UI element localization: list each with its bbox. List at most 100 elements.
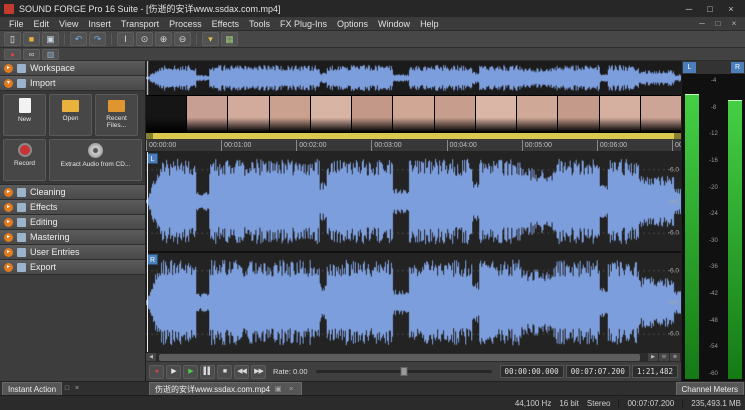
toolbar-device-setup-button[interactable]: ▥ — [42, 49, 59, 60]
transport-play-button[interactable]: ▶ — [183, 365, 198, 379]
menu-help[interactable]: Help — [415, 19, 444, 29]
rate-slider[interactable] — [316, 370, 492, 373]
video-thumbnail[interactable] — [558, 96, 598, 132]
video-thumbnail[interactable] — [600, 96, 640, 132]
transport-go-to-end-button[interactable]: ▶▶ — [251, 365, 266, 379]
video-thumbnail[interactable] — [435, 96, 475, 132]
menu-options[interactable]: Options — [332, 19, 373, 29]
sidebar-section-effects[interactable]: ▸Effects — [0, 200, 145, 215]
toolbar-loop-playback-button[interactable]: ∞ — [23, 49, 40, 60]
import-recent-files-button[interactable]: Recent Files... — [95, 94, 138, 136]
video-thumbnail[interactable] — [352, 96, 392, 132]
meter-scale-label: -24 — [709, 211, 718, 217]
menu-edit[interactable]: Edit — [29, 19, 55, 29]
scrollbar-thumb[interactable] — [159, 354, 640, 361]
transport-stop-button[interactable]: ■ — [217, 365, 232, 379]
meter-scale-label: -42 — [709, 291, 718, 297]
overview-waveform[interactable] — [146, 61, 681, 95]
menu-file[interactable]: File — [4, 19, 29, 29]
video-thumbnail[interactable] — [228, 96, 268, 132]
horizontal-scrollbar[interactable]: ◀ ▶ ⊖ ⊕ — [146, 352, 681, 361]
toolbar-magnify-tool-button[interactable]: ⊙ — [136, 32, 153, 46]
section-icon — [17, 218, 26, 227]
sidebar-section-cleaning[interactable]: ▸Cleaning — [0, 185, 145, 200]
sidebar-section-workspace[interactable]: ▸Workspace — [0, 61, 145, 76]
expand-arrow-icon: ▸ — [4, 248, 13, 257]
sidebar-section-user-entries[interactable]: ▸User Entries — [0, 245, 145, 260]
menu-view[interactable]: View — [54, 19, 83, 29]
section-icon — [17, 248, 26, 257]
toolbar-save-button[interactable]: ▣ — [42, 32, 59, 46]
video-thumbnail[interactable] — [311, 96, 351, 132]
waveform-canvas-r[interactable] — [146, 253, 681, 352]
sidebar-restore-icon[interactable]: □ — [62, 382, 72, 395]
video-thumbnail-strip[interactable] — [146, 95, 681, 133]
doc-close-button[interactable]: × — [727, 19, 741, 28]
video-thumbnail[interactable] — [641, 96, 681, 132]
sidebar-section-editing[interactable]: ▸Editing — [0, 215, 145, 230]
channel-r-button[interactable]: R — [147, 254, 158, 265]
ruler-tick: 00:01:00 — [221, 140, 251, 151]
toolbar-zoom-out-button[interactable]: ⊖ — [174, 32, 191, 46]
document-pin-icon[interactable]: ▣ — [273, 383, 283, 396]
toolbar-separator — [64, 33, 65, 45]
menu-insert[interactable]: Insert — [83, 19, 116, 29]
transport-pause-button[interactable]: ▌▌ — [200, 365, 215, 379]
document-close-icon[interactable]: × — [286, 383, 296, 396]
toolbar-undo-button[interactable]: ↶ — [70, 32, 87, 46]
menu-transport[interactable]: Transport — [116, 19, 164, 29]
close-button[interactable]: × — [721, 2, 741, 16]
import-new-button[interactable]: New — [3, 94, 46, 136]
menu-window[interactable]: Window — [373, 19, 415, 29]
sidebar-section-mastering[interactable]: ▸Mastering — [0, 230, 145, 245]
doc-restore-button[interactable]: □ — [711, 19, 725, 28]
minimize-button[interactable]: ─ — [679, 2, 699, 16]
video-thumbnail[interactable] — [517, 96, 557, 132]
channel-l-button[interactable]: L — [147, 153, 158, 164]
sidebar-close-icon[interactable]: × — [72, 382, 82, 395]
toolbar-record-button[interactable]: ● — [4, 49, 21, 60]
transport-record-button[interactable]: ● — [149, 365, 164, 379]
waveform-channel-r[interactable]: R-6.0-Inf.-6.0 — [146, 253, 681, 352]
menu-tools[interactable]: Tools — [244, 19, 275, 29]
video-thumbnail[interactable] — [146, 96, 186, 132]
menu-process[interactable]: Process — [164, 19, 207, 29]
doc-minimize-button[interactable]: ─ — [695, 19, 709, 28]
document-window-controls: ─□× — [695, 19, 741, 28]
import-open-button[interactable]: Open — [49, 94, 92, 136]
maximize-button[interactable]: □ — [700, 2, 720, 16]
video-thumbnail[interactable] — [393, 96, 433, 132]
waveform-canvas-l[interactable] — [146, 152, 681, 251]
toolbar-new-file-button[interactable]: ▯ — [4, 32, 21, 46]
toolbar-edit-tool-button[interactable]: I — [117, 32, 134, 46]
tab-channel-meters[interactable]: Channel Meters — [676, 382, 744, 395]
import-extract-audio-from-cd-button[interactable]: Extract Audio from CD... — [49, 139, 142, 181]
menu-effects[interactable]: Effects — [207, 19, 244, 29]
tab-document[interactable]: 伤逝的安详www.ssdax.com.mp4 ▣ × — [149, 382, 302, 395]
toolbar-marker-button[interactable]: ▾ — [202, 32, 219, 46]
toolbar-zoom-in-button[interactable]: ⊕ — [155, 32, 172, 46]
tab-instant-action[interactable]: Instant Action — [2, 382, 62, 395]
import-record-button[interactable]: Record — [3, 139, 46, 181]
time-ruler[interactable]: 00:00:0000:01:0000:02:0000:03:0000:04:00… — [146, 139, 681, 152]
transport-go-to-start-button[interactable]: ◀◀ — [234, 365, 249, 379]
toolbar-redo-button[interactable]: ↷ — [89, 32, 106, 46]
transport-play-all-button[interactable]: ▶ — [166, 365, 181, 379]
toolbar-snapshot-button[interactable]: ▦ — [221, 32, 238, 46]
video-thumbnail[interactable] — [187, 96, 227, 132]
waveform-channel-l[interactable]: L-6.0-Inf.-6.0 — [146, 152, 681, 251]
menu-fx-plug-ins[interactable]: FX Plug-Ins — [275, 19, 332, 29]
sidebar-section-import[interactable]: ▾Import — [0, 76, 145, 91]
page-icon — [19, 98, 31, 113]
video-thumbnail[interactable] — [270, 96, 310, 132]
waveform-display[interactable]: L-6.0-Inf.-6.0R-6.0-Inf.-6.0 — [146, 152, 681, 352]
sidebar-section-export[interactable]: ▸Export — [0, 260, 145, 275]
rate-slider-thumb[interactable] — [400, 367, 407, 376]
meter-right-button[interactable]: R — [731, 62, 744, 73]
scrollbar-track[interactable] — [157, 353, 648, 362]
meter-left-button[interactable]: L — [683, 62, 696, 73]
video-thumbnail[interactable] — [476, 96, 516, 132]
toolbar-open-button[interactable]: ■ — [23, 32, 40, 46]
section-label: Export — [30, 262, 56, 272]
app-window: SOUND FORGE Pro 16 Suite - [伤逝的安详www.ssd… — [0, 0, 745, 410]
